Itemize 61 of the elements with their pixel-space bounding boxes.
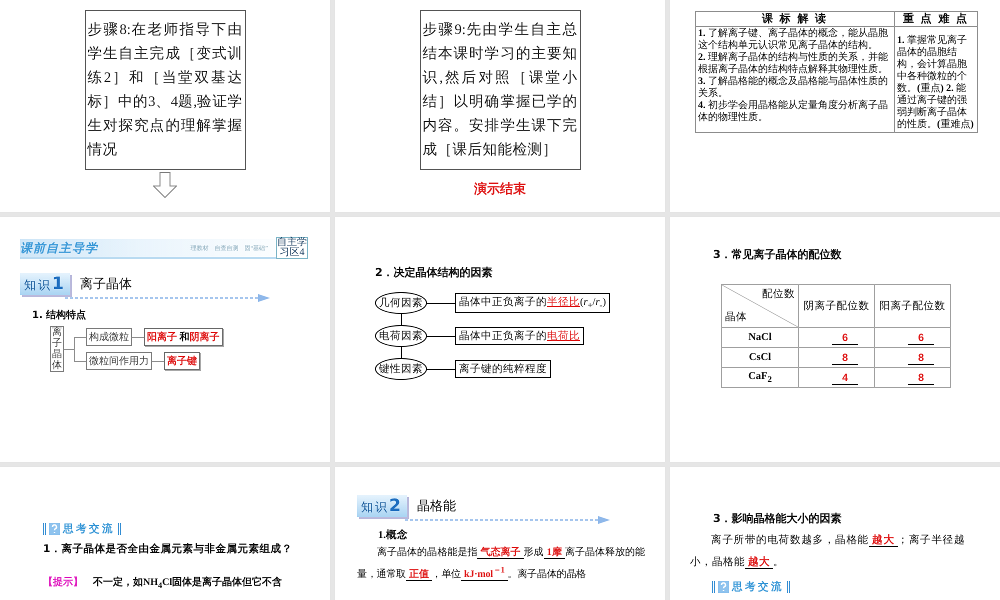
answer-blank: 8 [908,372,934,384]
end-caption: 演示结束 [474,180,526,198]
slide-thumbnail[interactable]: 3．影响晶格能大小的因素 离子所带的电荷数越多，晶格能 越大 ；离子半径越小，晶格能 越大 。 思考交流 [670,467,1000,600]
factor-description-box: 晶体中正负离子的电荷比 [455,327,584,345]
question-icon [718,581,729,593]
slide-thumbnail[interactable]: 思考交流 1．离子晶体是否全由金属元素与非金属元素组成？ 【提示】 不一定，如NH$_{4}$Cl固体是离子晶体但它不含 [0,467,330,600]
answer-box: 阳离子 和阴离子 [144,328,222,346]
tree-node-box: 构成微粒 [86,328,132,346]
factor-ellipse: 键性因素 [375,358,427,380]
subheading: 1. 结构特点 [32,308,88,322]
corner-label: 晶体 [725,310,747,324]
slide-thumbnail[interactable]: 知识 2 晶格能 1.概念 离子晶体的晶格能是指 气态离子 形成 1摩 离子晶体释放的能量，通常取 正值 ，单位 kJ·mol$^{－1}$ 。离子晶体的晶格 [335,467,665,600]
factor-ellipse: 电荷因素 [375,325,427,347]
column-header: 阳离子配位数 [874,284,950,328]
row-header: NaCl [722,328,798,348]
slide-heading: 2．决定晶体结构的因素 [375,265,494,280]
slide-thumbnail[interactable] [670,0,1000,212]
section-badge: 知识 2 [357,495,407,517]
step-text-box: 步骤8:在老师指导下由学生自主完成［变式训练2］和［当堂双基达标］中的3、4题,验证学生对探究点的理解掌握情况 [84,10,246,170]
factor-ellipse: 几何因素 [375,292,427,314]
hint-text: 【提示】 不一定，如NH$_{4}$Cl固体是离子晶体但它不含 [43,575,284,590]
answer-blank: 4 [832,372,858,384]
tree-root-box: 离子晶体 [50,326,64,372]
answer-blank: 8 [832,352,858,364]
question-text: 1．离子晶体是否全由金属元素与非金属元素组成？ [43,542,294,556]
section-badge: 知识 1 [20,273,70,295]
tree-node-box: 微粒间作用力 [86,352,152,370]
banner-badge: 自主学习区4 [276,237,308,259]
slide-thumbnail[interactable]: 2．决定晶体结构的因素 几何因素 晶体中正负离子的半径比(r$_{+}$/r$_{-}$) 电荷因素 晶体中正负离子的电荷比 键性因素 离子键的纯粹程度 [335,217,665,462]
slide-thumbnail[interactable]: 步骤9:先由学生自主总结本课时学习的主要知识,然后对照［课堂小结］以明确掌握已学的内容。安排学生课下完成［课后知能检测］ 演示结束 [335,0,665,212]
slide-thumbnail[interactable]: 3．常见离子晶体的配位数 配位数 晶体 阴离子配位数 阳离子配位数 NaCl 6 6 CsCl 8 8 CaF$_{2}$ 4 8 [670,217,1000,462]
slide-heading: 3．常见离子晶体的配位数 [713,247,843,262]
objective-text: 2. 理解离子晶体的结构与性质的关系，并能根据离子晶体的结构特点解释其物理性质。 [698,52,889,76]
factor-description-box: 晶体中正负离子的半径比(r$_{+}$/r$_{-}$) [455,293,610,313]
column-header: 重 点 难 点 [894,12,978,26]
row-header: CsCl [722,348,798,368]
question-icon [49,523,60,535]
answer-blank: 6 [832,332,858,344]
row-header: CaF$_{2}$ [722,368,798,388]
objective-text: 3. 了解晶格能的概念及晶格能与晶体性质的关系。 [698,76,889,100]
answer-box: 离子键 [164,352,200,370]
banner-title: 课前自主导学 [20,240,98,256]
section-header: 思考交流 [732,580,784,594]
slide-heading: 3．影响晶格能大小的因素 [713,511,843,526]
section-header: 思考交流 [63,522,115,536]
subheading: 1.概念 [378,528,409,542]
column-header: 课 标 解 读 [696,12,894,26]
section-title: 离子晶体 [80,276,132,294]
step-text-box: 步骤9:先由学生自主总结本课时学习的主要知识,然后对照［课堂小结］以明确掌握已学的内容。安排学生课下完成［课后知能检测］ [420,10,580,170]
paragraph: 离子晶体的晶格能是指 气态离子 形成 1摩 离子晶体释放的能量，通常取 正值 ，单位 kJ·mol$^{－1}$ 。离子晶体的晶格 [357,545,645,583]
column-header: 阴离子配位数 [798,284,874,328]
answer-blank: 6 [908,332,934,344]
answer-blank: 8 [908,352,934,364]
section-title: 晶格能 [416,498,456,516]
objective-text: 1. 了解离子键、离子晶体的概念，能从晶胞这个结构单元认识常见离子晶体的结构。 [698,28,889,52]
key-points-text: 1. 掌握常见离子晶体的晶胞结构，会计算晶胞中各种微粒的个数。(重点) 2. 能通过离子键的强弱判断离子晶体的性质。(重难点) [897,35,975,131]
paragraph: 离子所带的电荷数越多，晶格能 越大 ；离子半径越小，晶格能 越大 。 [690,533,965,571]
factor-description-box: 离子键的纯粹程度 [455,360,551,378]
corner-label: 配位数 [762,288,795,301]
objective-text: 4. 初步学会用晶格能从定量角度分析离子晶体的物理性质。 [698,100,889,124]
slide-thumbnail[interactable]: 步骤8:在老师指导下由学生自主完成［变式训练2］和［当堂双基达标］中的3、4题,验证学生对探究点的理解掌握情况 [0,0,330,212]
